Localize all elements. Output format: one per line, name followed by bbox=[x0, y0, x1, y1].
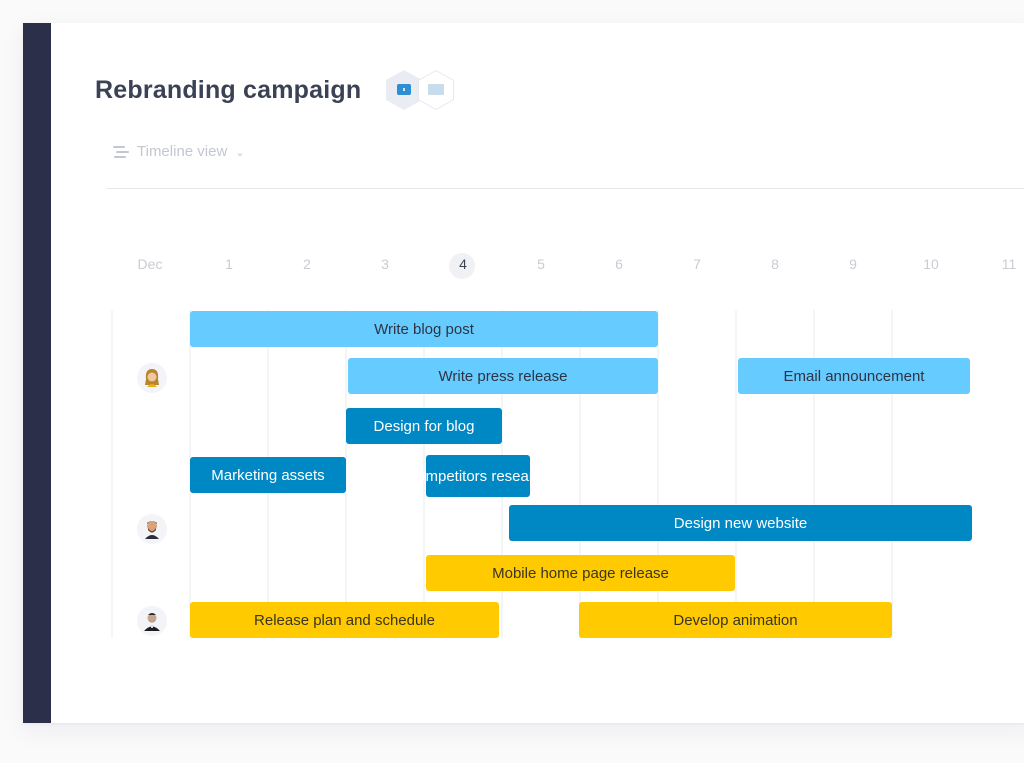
day-label-6: 6 bbox=[615, 256, 623, 272]
envelope-icon bbox=[428, 84, 444, 95]
task-bar-write-blog-post[interactable]: Write blog post bbox=[190, 311, 658, 347]
day-label-1: 1 bbox=[225, 256, 233, 272]
day-label-7: 7 bbox=[693, 256, 701, 272]
task-bar-release-plan-and-schedule[interactable]: Release plan and schedule bbox=[190, 602, 499, 638]
view-switch-label: Timeline view bbox=[137, 143, 228, 160]
day-label-2: 2 bbox=[303, 256, 311, 272]
task-bar-design-for-blog[interactable]: Design for blog bbox=[346, 408, 502, 444]
task-label: Marketing assets bbox=[211, 466, 325, 484]
task-label: Design for blog bbox=[373, 417, 475, 435]
task-label: Competitors research bbox=[406, 467, 550, 485]
view-switch-dropdown[interactable]: Timeline view ⌄ bbox=[113, 143, 245, 160]
task-bar-email-announcement[interactable]: Email announcement bbox=[738, 358, 970, 394]
task-bar-develop-animation[interactable]: Develop animation bbox=[579, 602, 892, 638]
task-bar-marketing-assets[interactable]: Marketing assets bbox=[190, 457, 346, 493]
project-title: Rebranding campaign bbox=[95, 76, 362, 104]
task-label: Write blog post bbox=[374, 320, 474, 338]
day-label-5: 5 bbox=[537, 256, 545, 272]
avatar-woman[interactable] bbox=[137, 363, 167, 393]
sidebar bbox=[23, 23, 51, 723]
store-icon bbox=[397, 84, 411, 95]
bearded-man-avatar-icon bbox=[145, 521, 159, 539]
task-label: Develop animation bbox=[673, 611, 798, 629]
day-label-4: 4 bbox=[459, 256, 467, 272]
chevron-down-icon: ⌄ bbox=[235, 147, 245, 159]
task-label: Write press release bbox=[438, 367, 568, 385]
task-label: Email announcement bbox=[783, 367, 925, 385]
day-label-10: 10 bbox=[923, 256, 939, 272]
header-divider bbox=[106, 188, 1024, 189]
task-bar-competitors-research[interactable]: Competitors research bbox=[406, 455, 550, 497]
task-label: Design new website bbox=[673, 514, 808, 532]
task-bar-design-new-website[interactable]: Design new website bbox=[509, 505, 972, 541]
man-avatar-icon bbox=[144, 613, 160, 631]
gridline bbox=[735, 310, 737, 638]
woman-avatar-icon bbox=[145, 369, 159, 387]
avatar-bearded-man[interactable] bbox=[137, 514, 167, 544]
day-label-11: 11 bbox=[1001, 256, 1017, 272]
day-label-9: 9 bbox=[849, 256, 857, 272]
task-label: Mobile home page release bbox=[492, 564, 669, 582]
day-label-8: 8 bbox=[771, 256, 779, 272]
avatar-man[interactable] bbox=[137, 606, 167, 636]
gridline bbox=[111, 310, 113, 638]
month-label: Dec bbox=[137, 256, 163, 272]
timeline-icon bbox=[113, 145, 131, 159]
task-label: Release plan and schedule bbox=[254, 611, 435, 629]
task-bar-write-press-release[interactable]: Write press release bbox=[348, 358, 658, 394]
task-bar-mobile-home-page-release[interactable]: Mobile home page release bbox=[426, 555, 735, 591]
day-label-3: 3 bbox=[381, 256, 389, 272]
